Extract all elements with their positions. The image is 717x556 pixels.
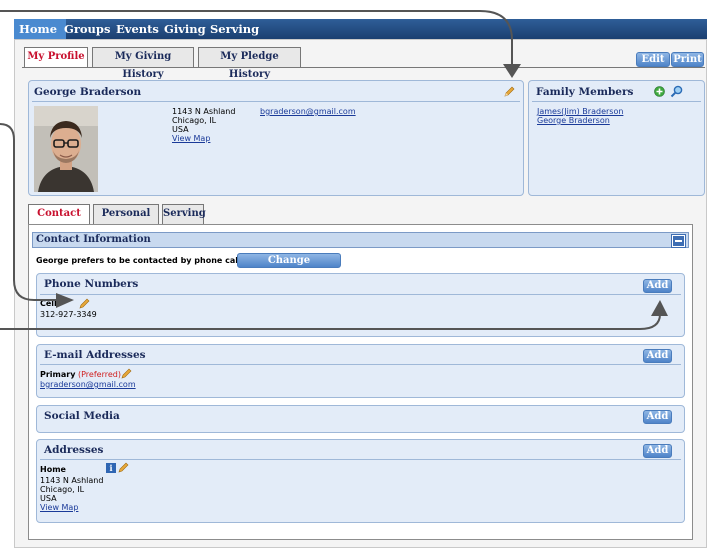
email-type-row: Primary (Preferred) — [40, 370, 121, 379]
pencil-icon[interactable] — [120, 368, 132, 380]
profile-rule — [32, 101, 520, 102]
address-view-map-link[interactable]: View Map — [40, 503, 78, 512]
family-rule — [532, 101, 701, 102]
family-title: Family Members — [536, 86, 634, 98]
person-view-map-link[interactable]: View Map — [172, 134, 210, 143]
person-address-line2: Chicago, IL — [172, 116, 217, 125]
collapse-icon[interactable] — [672, 235, 685, 247]
print-button[interactable]: Print — [671, 52, 704, 67]
family-member-link[interactable]: George Braderson — [537, 116, 610, 125]
address-line2: Chicago, IL — [40, 485, 85, 494]
tab-my-profile[interactable]: My Profile — [24, 47, 88, 67]
phone-numbers-title: Phone Numbers — [44, 278, 139, 290]
add-email-button[interactable]: Add — [643, 349, 672, 363]
email-type-label: Primary — [40, 370, 76, 379]
social-media-title: Social Media — [44, 410, 120, 422]
nav-events[interactable]: Events — [111, 19, 164, 39]
nav-groups[interactable]: Groups — [59, 19, 115, 39]
pencil-icon[interactable] — [78, 298, 90, 310]
addresses-title: Addresses — [44, 444, 104, 456]
pencil-icon[interactable] — [117, 462, 129, 474]
person-email-link[interactable]: bgraderson@gmail.com — [260, 107, 356, 116]
phone-rule — [40, 294, 681, 295]
nav-giving[interactable]: Giving — [159, 19, 211, 39]
email-address-link[interactable]: bgraderson@gmail.com — [40, 380, 136, 389]
add-social-button[interactable]: Add — [643, 410, 672, 424]
info-icon[interactable]: i — [106, 463, 116, 473]
email-preferred-label: (Preferred) — [78, 370, 121, 379]
profile-photo — [34, 106, 98, 192]
phone-number: 312-927-3349 — [40, 310, 97, 319]
edit-button[interactable]: Edit — [636, 52, 670, 67]
tabs-underline — [22, 67, 705, 68]
add-phone-button[interactable]: Add — [643, 279, 672, 293]
addresses-panel — [36, 439, 685, 523]
change-preference-button[interactable]: Change Preference — [237, 253, 341, 279]
add-icon[interactable] — [654, 86, 665, 97]
person-address-line1: 1143 N Ashland — [172, 107, 236, 116]
address-line1: 1143 N Ashland — [40, 476, 104, 485]
pencil-icon[interactable] — [503, 86, 515, 98]
address-line3: USA — [40, 494, 57, 503]
nav-serving[interactable]: Serving — [205, 19, 264, 39]
social-media-panel — [36, 405, 685, 433]
addresses-rule — [40, 459, 681, 460]
top-nav: Home Groups Events Giving Serving — [14, 19, 707, 39]
person-address-line3: USA — [172, 125, 189, 134]
email-rule — [40, 364, 681, 365]
tab-contact-info[interactable]: Contact Info — [28, 204, 90, 237]
phone-type-label: Cell — [40, 299, 57, 308]
tab-personal-info[interactable]: Personal Info — [93, 204, 159, 237]
person-name: George Braderson — [34, 86, 142, 98]
tab-my-giving-history[interactable]: My Giving History — [92, 47, 194, 80]
search-icon[interactable] — [670, 85, 683, 98]
tab-my-pledge-history[interactable]: My Pledge History — [198, 47, 301, 80]
family-member-link[interactable]: James(Jim) Braderson — [537, 107, 623, 116]
contact-info-title: Contact Information — [36, 234, 151, 245]
email-addresses-title: E-mail Addresses — [44, 349, 146, 361]
address-type-label: Home — [40, 465, 66, 474]
tab-serving[interactable]: Serving — [162, 204, 206, 224]
add-address-button[interactable]: Add — [643, 444, 672, 458]
contact-preference-text: George prefers to be contacted by phone … — [36, 256, 244, 265]
